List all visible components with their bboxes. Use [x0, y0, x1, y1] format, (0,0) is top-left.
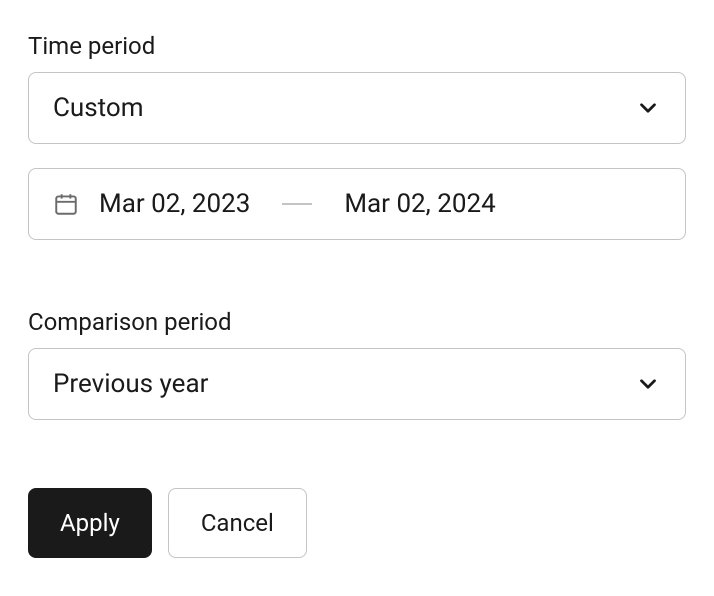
calendar-icon	[53, 191, 79, 217]
comparison-period-selected-value: Previous year	[53, 369, 208, 399]
time-period-selected-value: Custom	[53, 93, 144, 123]
date-range-start: Mar 02, 2023	[99, 189, 250, 219]
date-range-picker[interactable]: Mar 02, 2023 Mar 02, 2024	[28, 168, 686, 240]
time-period-label: Time period	[28, 32, 686, 60]
date-range-end: Mar 02, 2024	[344, 189, 495, 219]
action-buttons: Apply Cancel	[28, 488, 686, 558]
comparison-period-label: Comparison period	[28, 308, 686, 336]
cancel-button[interactable]: Cancel	[168, 488, 307, 558]
comparison-period-select[interactable]: Previous year	[28, 348, 686, 420]
apply-button[interactable]: Apply	[28, 488, 152, 558]
comparison-period-group: Comparison period Previous year	[28, 308, 686, 420]
chevron-down-icon	[635, 95, 661, 121]
date-range-separator	[282, 203, 312, 205]
time-period-group: Time period Custom Mar 02, 2023 Mar 02, …	[28, 32, 686, 240]
time-period-select[interactable]: Custom	[28, 72, 686, 144]
chevron-down-icon	[635, 371, 661, 397]
